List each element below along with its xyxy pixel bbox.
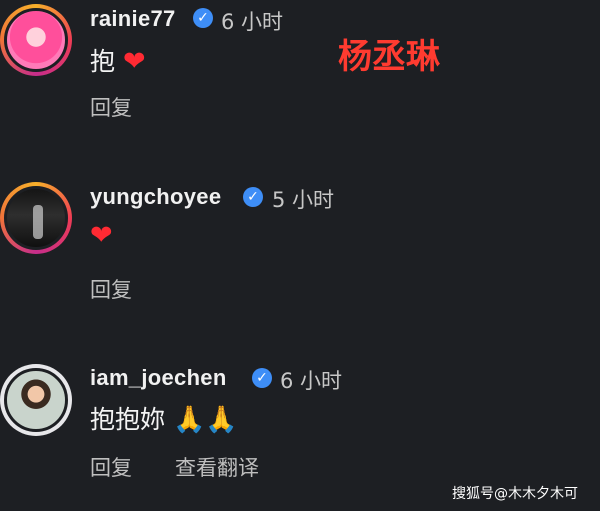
avatar[interactable]	[0, 4, 72, 76]
comment-time: 6 小时	[280, 369, 343, 393]
reply-button[interactable]: 回复	[90, 452, 132, 482]
comment-text: 抱 ❤	[90, 42, 146, 78]
comment-text: ❤	[90, 220, 113, 251]
comment-username[interactable]: rainie77	[90, 6, 176, 32]
avatar[interactable]	[0, 182, 72, 254]
comment-username[interactable]: yungchoyee	[90, 184, 221, 210]
avatar[interactable]	[0, 364, 72, 436]
reply-button[interactable]: 回复	[90, 274, 132, 304]
see-translation-button[interactable]: 查看翻译	[175, 452, 259, 482]
comment-text-body: 抱	[90, 47, 116, 76]
heart-emoji-icon: ❤	[90, 220, 113, 251]
comment-time: 6 小时	[221, 10, 284, 34]
praying-hands-emoji-icon: 🙏🙏	[172, 405, 238, 435]
heart-emoji-icon: ❤	[122, 46, 146, 77]
verified-badge-icon: ✓	[243, 187, 263, 207]
comment-username[interactable]: iam_joechen	[90, 365, 227, 391]
overlay-name-label: 杨丞琳	[338, 37, 440, 77]
comment-time: 5 小时	[272, 188, 335, 212]
comment-text-body: 抱抱妳	[90, 405, 166, 434]
watermark-text: 搜狐号@木木夕木可	[452, 486, 578, 502]
verified-badge-icon: ✓	[252, 368, 272, 388]
comment-text: 抱抱妳 🙏🙏	[90, 400, 238, 436]
reply-button[interactable]: 回复	[90, 92, 132, 122]
verified-badge-icon: ✓	[193, 8, 213, 28]
